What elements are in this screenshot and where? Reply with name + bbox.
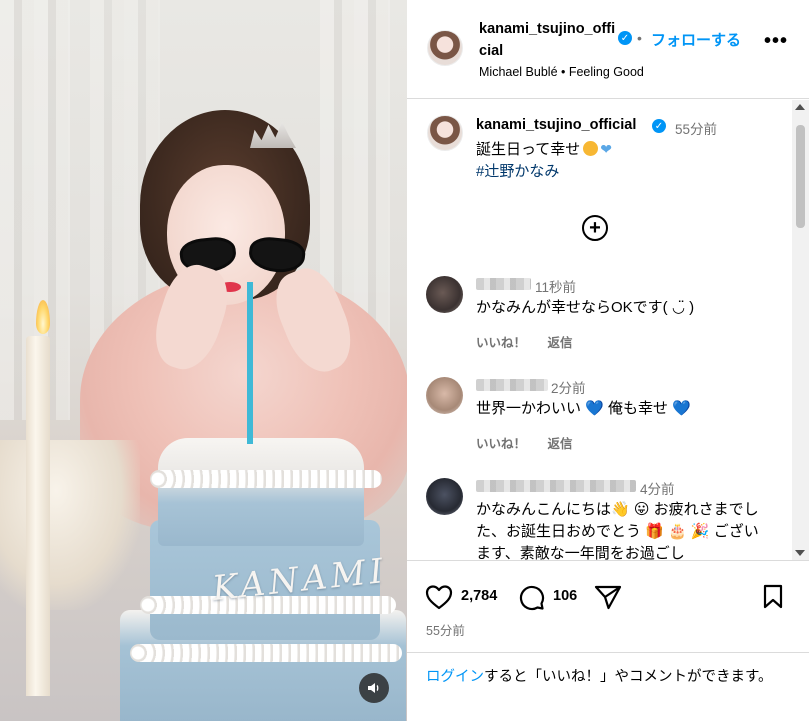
caption-timestamp: 55分前 <box>675 122 718 137</box>
comment-item: 11秒前 かなみんが幸せならOKです( ◡̈ ) いいね！ 返信 <box>407 276 792 376</box>
cake-piping <box>150 470 382 488</box>
commenter-name-redacted[interactable] <box>476 278 531 290</box>
comment-timestamp: 11秒前 <box>535 280 577 295</box>
scroll-up-arrow-icon[interactable] <box>795 104 805 110</box>
caption-username[interactable]: kanami_tsujino_official <box>476 117 636 133</box>
commenter-avatar[interactable] <box>426 478 463 515</box>
follow-button[interactable]: フォローする <box>651 29 741 50</box>
comment-item: 4分前 かなみんこんにちは👋 😛 お疲れさまでした、お誕生日おめでとう 🎁 🎂 … <box>407 478 792 560</box>
login-link[interactable]: ログイン <box>426 669 484 685</box>
commenter-name-redacted[interactable] <box>476 480 636 492</box>
comment-item: 2分前 世界一かわいい 💙 俺も幸せ 💙 いいね！ 返信 <box>407 377 792 477</box>
post-timestamp: 55分前 <box>426 624 465 638</box>
share-send-icon[interactable] <box>594 584 622 610</box>
caption-text: 誕生日って幸せ ❤ <box>476 138 612 159</box>
comments-section[interactable]: kanami_tsujino_official ✓ 55分前 誕生日って幸せ ❤ … <box>407 100 809 560</box>
white-candle <box>26 336 50 696</box>
load-more-comments-icon[interactable]: + <box>582 215 608 241</box>
comment-timestamp: 4分前 <box>640 482 675 497</box>
cake-top-tier <box>158 438 364 546</box>
login-prompt: ログインすると「いいね！」やコメントができます。 <box>407 652 809 721</box>
sound-toggle-button[interactable] <box>359 673 389 703</box>
comment-text: 世界一かわいい 💙 俺も幸せ 💙 <box>476 400 691 417</box>
commenter-avatar[interactable] <box>426 276 463 313</box>
like-heart-icon[interactable] <box>425 584 453 610</box>
commenter-avatar[interactable] <box>426 377 463 414</box>
post-actions-bar: 2,784 106 55分前 <box>407 560 809 660</box>
comment-actions: いいね！ 返信 <box>476 332 591 351</box>
comment-text: かなみんこんにちは👋 😛 お疲れさまでした、お誕生日おめでとう 🎁 🎂 🎉 ござ… <box>476 501 759 560</box>
scroll-thumb[interactable] <box>796 125 805 228</box>
comment-actions: いいね！ 返信 <box>476 433 591 452</box>
reel-video[interactable]: KANAMI <box>0 0 407 721</box>
save-bookmark-icon[interactable] <box>762 584 784 610</box>
speaker-icon <box>368 683 379 693</box>
author-username[interactable]: kanami_tsujino_official <box>479 18 619 62</box>
comment-like-button[interactable]: いいね！ <box>476 336 526 350</box>
caption-author-avatar[interactable] <box>427 115 463 151</box>
blue-heart-emoji-icon: ❤ <box>600 141 612 157</box>
comment-bubble-icon[interactable] <box>517 583 545 611</box>
comment-reply-button[interactable]: 返信 <box>548 336 573 350</box>
ribbon-bow <box>0 440 140 610</box>
comment-text: かなみんが幸せならOKです( ◡̈ ) <box>476 299 695 316</box>
post-side-panel: kanami_tsujino_official ✓ • フォローする ••• M… <box>407 0 809 721</box>
comment-like-button[interactable]: いいね！ <box>476 437 526 451</box>
separator-dot: • <box>637 30 642 46</box>
verified-badge-icon: ✓ <box>618 31 632 45</box>
smile-emoji-icon <box>583 141 599 156</box>
more-options-icon[interactable]: ••• <box>764 31 788 51</box>
hashtag-link[interactable]: #辻野かなみ <box>476 160 559 181</box>
like-count[interactable]: 2,784 <box>461 588 497 604</box>
comment-timestamp: 2分前 <box>551 381 586 396</box>
comments-scrollbar[interactable] <box>792 100 809 560</box>
audio-track[interactable]: Michael Bublé • Feeling Good <box>479 65 644 79</box>
scroll-down-arrow-icon[interactable] <box>795 550 805 556</box>
author-avatar[interactable] <box>427 30 463 66</box>
blue-candle <box>247 282 253 444</box>
commenter-name-redacted[interactable] <box>476 379 548 391</box>
login-prompt-body: すると「いいね！」やコメントができます。 <box>484 669 773 685</box>
login-prompt-text: ログインすると「いいね！」やコメントができます。 <box>426 666 796 688</box>
comment-count[interactable]: 106 <box>553 588 577 604</box>
verified-badge-icon: ✓ <box>652 119 666 133</box>
caption-body: 誕生日って幸せ <box>476 141 581 158</box>
comment-reply-button[interactable]: 返信 <box>548 437 573 451</box>
post-header: kanami_tsujino_official ✓ • フォローする ••• M… <box>407 0 809 99</box>
cake-piping <box>130 644 402 662</box>
